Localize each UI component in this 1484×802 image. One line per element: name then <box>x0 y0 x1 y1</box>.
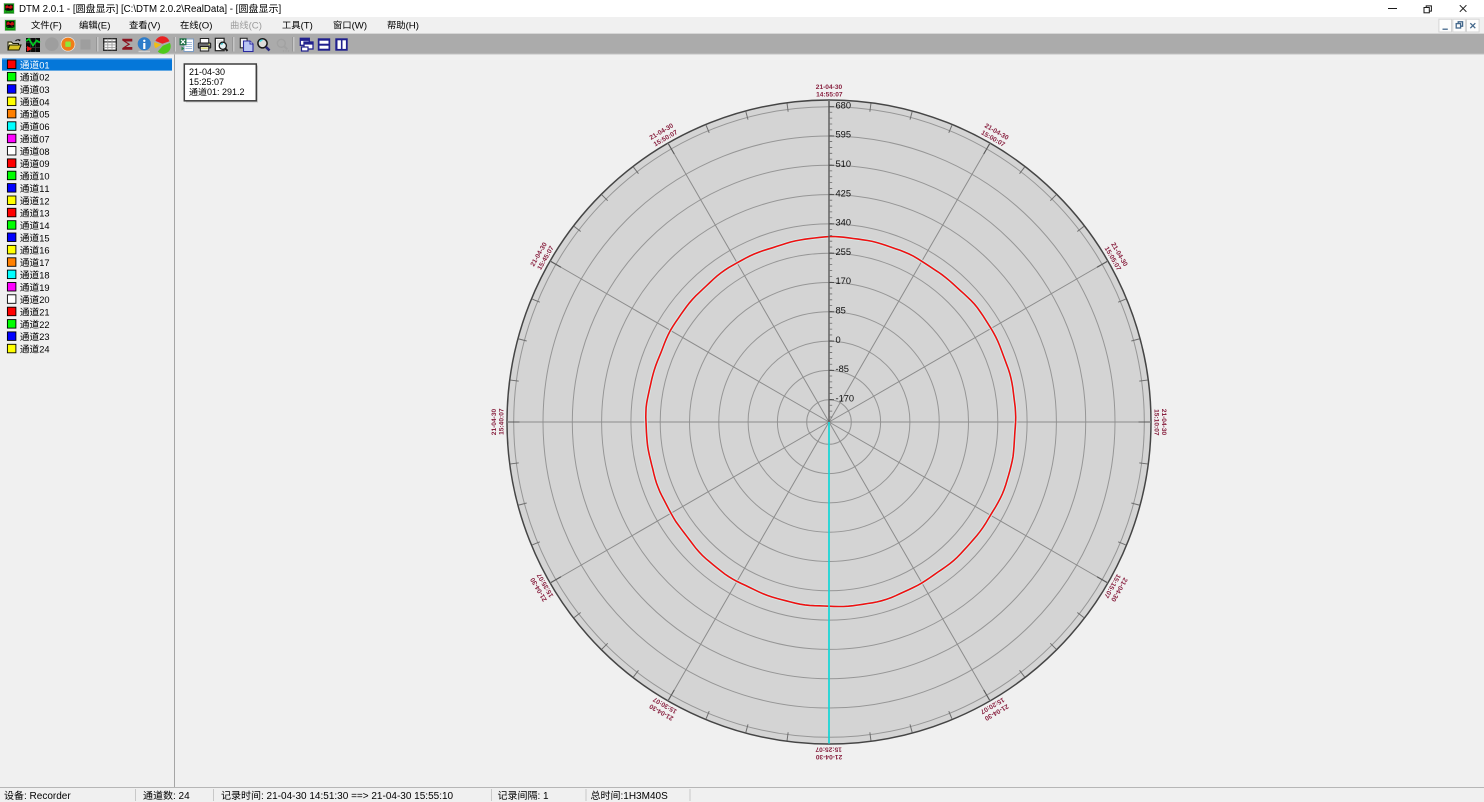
svg-text:07: 07 <box>39 134 49 144</box>
svg-text:23: 23 <box>39 332 49 342</box>
svg-text:15: 15 <box>39 233 49 243</box>
svg-text:15:25:07: 15:25:07 <box>189 77 224 87</box>
svg-text:680: 680 <box>836 100 852 110</box>
svg-text:(H): (H) <box>406 20 419 31</box>
svg-text:(F): (F) <box>50 20 62 31</box>
svg-text:: 21-04-30 14:51:30 ==> 21-04-: : 21-04-30 14:51:30 ==> 21-04-30 15:55:1… <box>261 791 454 802</box>
svg-text:14:55:07: 14:55:07 <box>816 92 843 99</box>
svg-text:24: 24 <box>39 345 49 355</box>
svg-text:01: 291.2: 01: 291.2 <box>207 87 245 97</box>
svg-text:: Recorder: : Recorder <box>24 791 71 802</box>
svg-text:425: 425 <box>836 188 852 198</box>
svg-text:14: 14 <box>39 221 49 231</box>
svg-text:595: 595 <box>836 130 852 140</box>
svg-text:18: 18 <box>39 270 49 280</box>
svg-text:340: 340 <box>836 218 852 228</box>
svg-text:22: 22 <box>39 320 49 330</box>
svg-text:(E): (E) <box>98 20 111 31</box>
svg-text:04: 04 <box>39 97 49 107</box>
svg-text:19: 19 <box>39 283 49 293</box>
svg-text:DTM 2.0.1 - [: DTM 2.0.1 - [ <box>19 4 76 15</box>
svg-text:06: 06 <box>39 122 49 132</box>
svg-text:21: 21 <box>39 308 49 318</box>
svg-text:15:10:07: 15:10:07 <box>1152 409 1159 436</box>
svg-text:-170: -170 <box>836 393 855 403</box>
svg-text:17: 17 <box>39 258 49 268</box>
svg-text:12: 12 <box>39 196 49 206</box>
svg-text:85: 85 <box>836 306 846 316</box>
svg-text:(W): (W) <box>352 20 367 31</box>
svg-text:-85: -85 <box>836 364 849 374</box>
svg-text:21-04-30: 21-04-30 <box>189 67 225 77</box>
svg-text:510: 510 <box>836 159 852 169</box>
svg-text:(V): (V) <box>148 20 161 31</box>
svg-text:: 1: : 1 <box>538 791 550 802</box>
svg-text:03: 03 <box>39 85 49 95</box>
svg-text::1H3M40S: :1H3M40S <box>621 791 669 802</box>
svg-text:]: ] <box>279 4 282 15</box>
svg-text:15:25:07: 15:25:07 <box>815 745 842 752</box>
svg-text:08: 08 <box>39 147 49 157</box>
svg-text:05: 05 <box>39 110 49 120</box>
svg-text:255: 255 <box>836 247 852 257</box>
svg-text:20: 20 <box>39 295 49 305</box>
svg-text:16: 16 <box>39 246 49 256</box>
svg-text:11: 11 <box>39 184 49 194</box>
svg-text:0: 0 <box>836 335 841 345</box>
svg-text:13: 13 <box>39 209 49 219</box>
svg-text:21-04-30: 21-04-30 <box>491 408 498 435</box>
svg-text:] [C:\DTM 2.0.2\RealData] - [: ] [C:\DTM 2.0.2\RealData] - [ <box>116 4 239 15</box>
svg-text:(O): (O) <box>199 20 213 31</box>
svg-text:(C): (C) <box>249 20 262 31</box>
svg-text:170: 170 <box>836 276 852 286</box>
svg-text:15:40:07: 15:40:07 <box>499 408 506 435</box>
svg-text:10: 10 <box>39 172 49 182</box>
svg-text:21-04-30: 21-04-30 <box>1160 409 1167 436</box>
svg-text:02: 02 <box>39 73 49 83</box>
svg-text:09: 09 <box>39 159 49 169</box>
svg-text:21-04-30: 21-04-30 <box>816 84 843 91</box>
svg-text:(T): (T) <box>301 20 313 31</box>
svg-text:01: 01 <box>39 60 49 70</box>
svg-text:: 24: : 24 <box>173 791 190 802</box>
svg-text:21-04-30: 21-04-30 <box>815 753 842 760</box>
